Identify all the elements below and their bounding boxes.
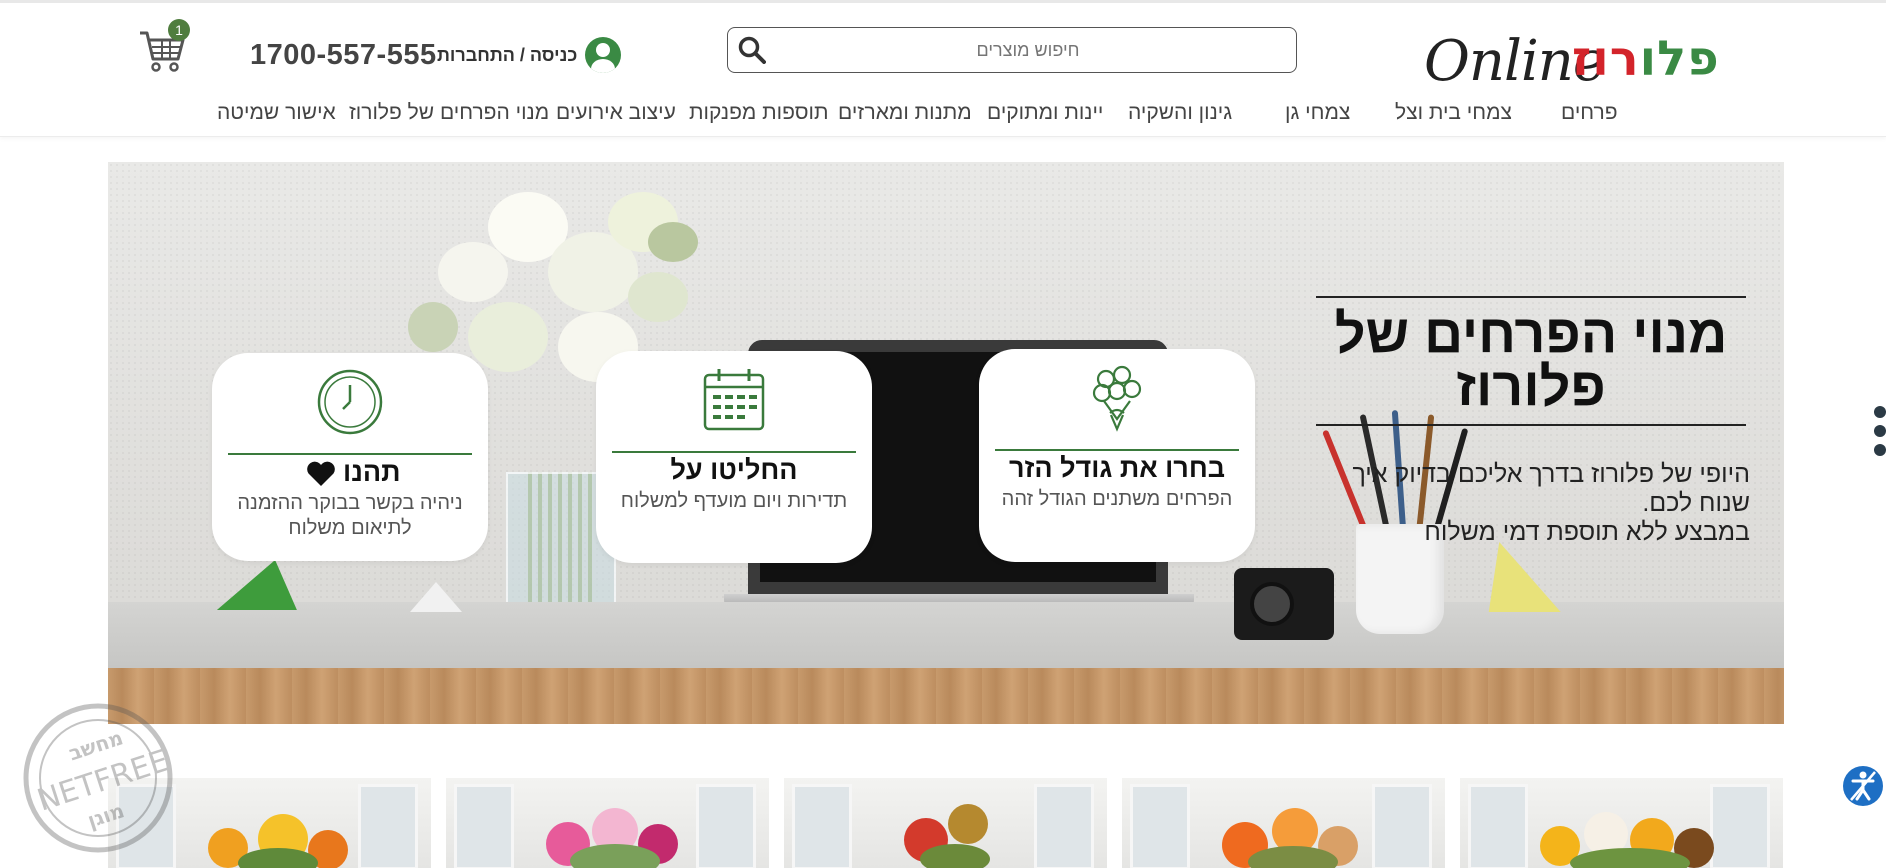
card-divider	[995, 449, 1239, 451]
origami-white	[410, 582, 462, 612]
feature-card-enjoy: תהנו ניהיה בקשר בבוקר ההזמנה לתיאום משלו…	[212, 353, 488, 561]
clock-icon	[317, 369, 383, 435]
nav-item-gardening[interactable]: גינון והשקיה	[1128, 101, 1232, 125]
watermark-bottom: מוגן	[84, 798, 127, 832]
desk-edge	[108, 668, 1784, 724]
user-icon	[585, 37, 622, 73]
card-title: תהנו	[212, 457, 488, 488]
side-menu-toggle[interactable]	[1872, 406, 1886, 466]
phone-number[interactable]: 1700-557-555	[250, 39, 437, 72]
nav-item-garden-plants[interactable]: צמחי גן	[1285, 101, 1350, 125]
logo-hebrew: פלורוז	[1572, 31, 1720, 87]
hero-banner[interactable]: מנוי הפרחים של פלורוז היופי של פלורוז בד…	[108, 162, 1784, 724]
product-card[interactable]	[1460, 778, 1783, 868]
cart-button[interactable]: 1	[138, 19, 194, 75]
bouquet-icon	[1092, 365, 1142, 432]
feature-card-frequency: החליטו על תדירות ויום מועדף למשלוח	[596, 351, 872, 563]
card-title: החליטו על	[670, 455, 798, 485]
card-text: ניהיה בקשר בבוקר ההזמנה לתיאום משלוח	[237, 492, 463, 539]
logo[interactable]: Online פלורוז	[1420, 25, 1720, 95]
product-card[interactable]	[1122, 778, 1445, 868]
accessibility-icon	[1850, 771, 1876, 801]
nav-item-shmita[interactable]: אישור שמיטה	[217, 101, 336, 125]
feature-card-size: בחרו את גודל הזר הפרחים משתנים הגודל זהה	[979, 349, 1255, 562]
site-header: Online פלורוז כניסה / התחברות 1700-557-5…	[0, 3, 1886, 137]
netfree-watermark: מחשב NETFREE מוגן	[18, 694, 194, 854]
hero-title-frame: מנוי הפרחים של פלורוז	[1316, 296, 1746, 426]
login-label: כניסה / התחברות	[437, 44, 578, 65]
search-input[interactable]	[778, 34, 1278, 66]
card-title-text: תהנו	[343, 457, 401, 487]
nav-item-event-design[interactable]: עיצוב אירועים	[556, 101, 676, 125]
nav-item-gifts[interactable]: מתנות ומארזים	[838, 101, 972, 125]
calendar-icon	[703, 369, 765, 431]
nav-item-extras[interactable]: תוספות מפנקות	[689, 101, 828, 125]
card-divider	[612, 451, 856, 453]
nav-item-subscription[interactable]: מנוי הפרחים של פלורוז	[349, 101, 549, 125]
menu-dot-icon	[1874, 444, 1886, 456]
product-card[interactable]	[784, 778, 1107, 868]
hero-title: מנוי הפרחים של פלורוז	[1334, 304, 1728, 417]
accessibility-button[interactable]	[1843, 766, 1883, 806]
main-nav: פרחים צמחי בית וצל צמחי גן גינון והשקיה …	[0, 101, 1886, 131]
card-divider	[228, 453, 472, 455]
nav-item-flowers[interactable]: פרחים	[1561, 101, 1618, 125]
card-title: בחרו את גודל הזר	[1008, 453, 1226, 483]
heart-icon	[306, 461, 335, 486]
hero-description: היופי של פלורוז בדרך אליכם בדיוק איך שנו…	[1352, 460, 1750, 546]
menu-dot-icon	[1874, 425, 1886, 437]
cart-count-badge: 1	[168, 19, 190, 41]
card-text: תדירות ויום מועדף למשלוח	[620, 490, 848, 512]
search-icon[interactable]	[734, 33, 770, 67]
camera-image	[1234, 568, 1334, 640]
nav-item-houseplants[interactable]: צמחי בית וצל	[1395, 101, 1512, 125]
nav-item-wines-sweets[interactable]: יינות ומתוקים	[987, 101, 1103, 125]
menu-dot-icon	[1874, 406, 1886, 418]
search-box	[727, 27, 1297, 73]
product-card[interactable]	[446, 778, 769, 868]
login-link[interactable]: כניסה / התחברות	[437, 37, 622, 73]
card-text: הפרחים משתנים הגודל זהה	[1001, 488, 1233, 510]
